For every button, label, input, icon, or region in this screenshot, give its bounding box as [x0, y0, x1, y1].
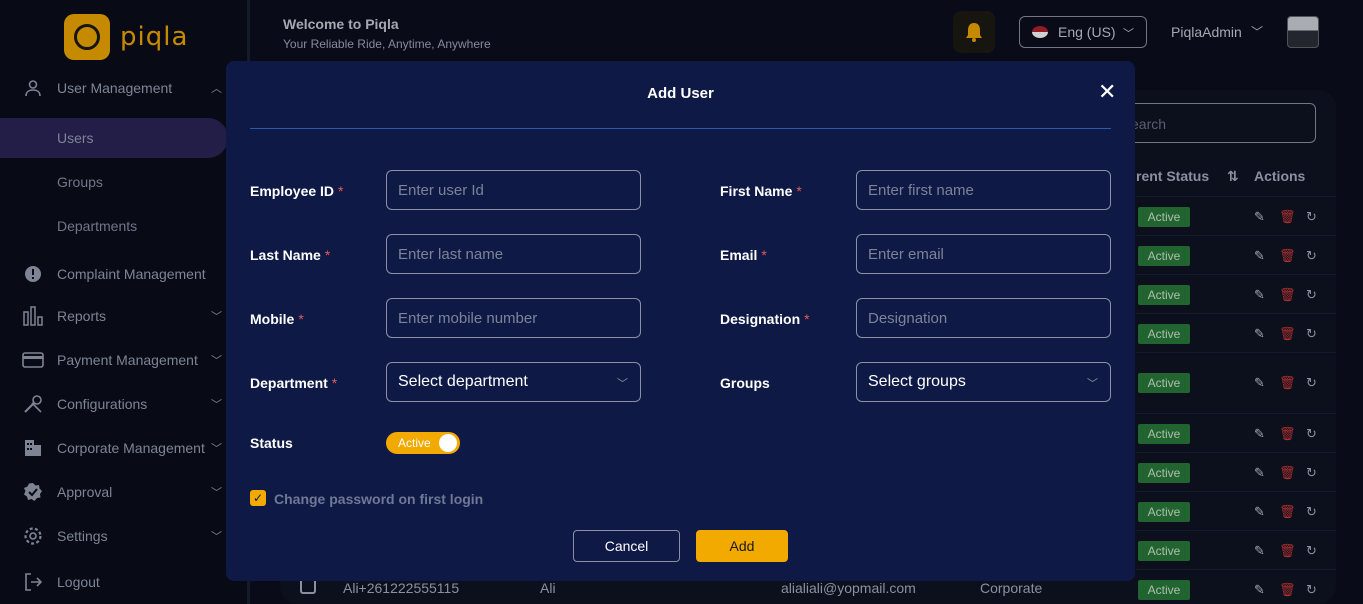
groups-select[interactable]: Select groups ﹀: [856, 362, 1111, 402]
modal-title: Add User: [647, 85, 714, 102]
status-toggle-label: Active: [398, 436, 431, 450]
add-user-modal: Add User ✕ Employee ID* First Name* Last…: [226, 61, 1135, 581]
employee-id-label: Employee ID *: [250, 183, 344, 199]
change-password-label[interactable]: Change password on first login: [274, 491, 483, 507]
add-button[interactable]: Add: [696, 530, 788, 562]
department-label: Department *: [250, 375, 338, 391]
designation-input[interactable]: [856, 298, 1111, 338]
cancel-button[interactable]: Cancel: [573, 530, 680, 562]
email-label: Email *: [720, 247, 767, 263]
first-name-label: First Name *: [720, 183, 802, 199]
mobile-input[interactable]: [386, 298, 641, 338]
last-name-label: Last Name *: [250, 247, 331, 263]
toggle-knob: [439, 434, 457, 452]
mobile-label: Mobile *: [250, 311, 304, 327]
modal-divider: [250, 128, 1111, 129]
groups-select-value: Select groups: [868, 373, 966, 390]
chevron-down-icon: ﹀: [617, 378, 628, 390]
department-select[interactable]: Select department ﹀: [386, 362, 641, 402]
employee-id-input[interactable]: [386, 170, 641, 210]
email-field[interactable]: [856, 234, 1111, 274]
groups-label: Groups: [720, 375, 770, 391]
designation-label: Designation *: [720, 311, 810, 327]
last-name-input[interactable]: [386, 234, 641, 274]
status-label: Status: [250, 435, 293, 451]
department-select-value: Select department: [398, 373, 528, 390]
status-toggle[interactable]: Active: [386, 432, 460, 454]
chevron-down-icon: ﹀: [1087, 378, 1098, 390]
change-password-checkbox[interactable]: ✓: [250, 490, 266, 506]
first-name-input[interactable]: [856, 170, 1111, 210]
close-icon[interactable]: ✕: [1098, 79, 1116, 105]
